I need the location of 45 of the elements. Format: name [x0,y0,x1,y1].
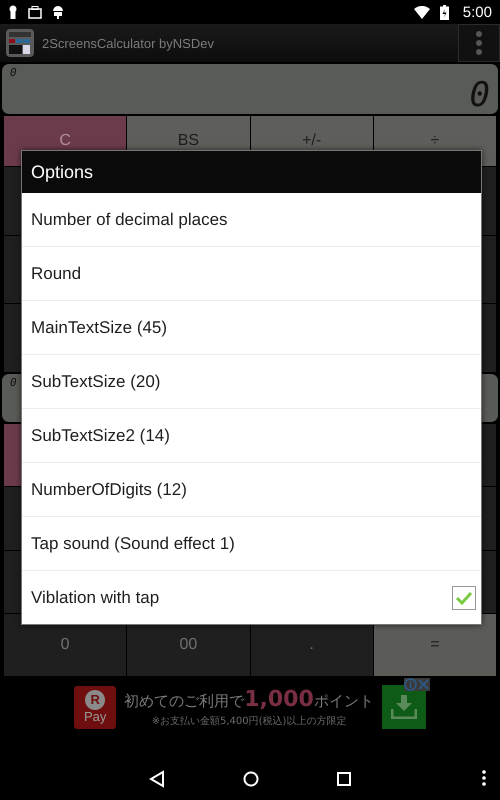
keyhole-icon [8,5,18,19]
option-label: Viblation with tap [31,588,160,608]
download-button[interactable] [382,685,426,729]
option-label: NumberOfDigits (12) [31,480,187,500]
option-label: Number of decimal places [31,210,228,230]
overflow-menu-button[interactable] [458,24,500,62]
option-item[interactable]: SubTextSize2 (14) [22,408,481,462]
app-title: 2ScreensCalculator byNSDev [42,36,215,50]
briefcase-icon [28,6,42,18]
more-button[interactable] [482,770,486,786]
option-label: Tap sound (Sound effect 1) [31,534,235,554]
clock-time: 5:00 [462,4,492,20]
ad-banner[interactable]: R Pay 初めてのご利用で1,000ポイント ※お支払い金額5,400円(税込)以上の方限定 [0,678,500,736]
info-icon[interactable] [404,678,417,691]
wifi-icon [414,6,430,18]
option-label: Round [31,264,82,284]
main-display-value: 0 [470,78,490,112]
logo-letter: R [85,690,106,710]
more-icon [476,31,482,55]
check-icon [455,590,473,604]
recents-button[interactable] [337,772,351,786]
option-item[interactable]: NumberOfDigits (12) [22,462,481,516]
dialog-title: Options [22,151,481,193]
option-label: SubTextSize2 (14) [31,426,170,446]
sub-display-value: 0 [10,67,17,78]
option-item[interactable]: SubTextSize (20) [22,354,481,408]
ad-note: ※お支払い金額5,400円(税込)以上の方限定 [152,714,346,728]
option-label: MainTextSize (45) [31,318,168,338]
android-icon [52,5,64,19]
logo-text: Pay [84,710,106,724]
option-item[interactable]: Number of decimal places [22,193,481,246]
option-item[interactable]: Viblation with tap [22,570,481,624]
download-icon [390,695,417,719]
ad-headline: 初めてのご利用で1,000ポイント [124,686,374,712]
back-button[interactable] [149,770,165,788]
option-item[interactable]: Round [22,246,481,300]
sub-display-value: 0 [10,377,17,388]
battery-icon [440,4,449,20]
option-item[interactable]: MainTextSize (45) [22,300,481,354]
checkbox[interactable] [452,586,476,610]
app-icon [6,29,34,57]
option-item[interactable]: Tap sound (Sound effect 1) [22,516,481,570]
close-icon[interactable] [417,678,430,691]
home-button[interactable] [243,771,259,787]
option-label: SubTextSize (20) [31,372,160,392]
